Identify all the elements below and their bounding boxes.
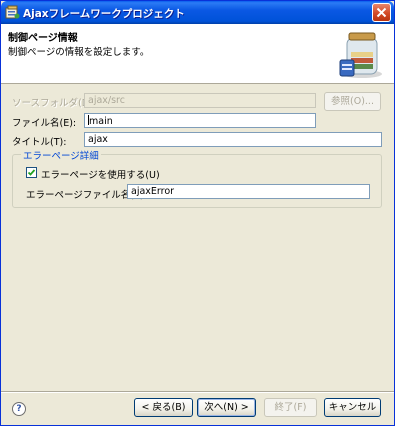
jar-wizard-icon (339, 32, 382, 78)
help-icon[interactable]: ? (12, 402, 26, 416)
window-title: Ajaxフレームワークプロジェクト (23, 8, 185, 20)
title-label: タイトル(T): (12, 137, 67, 148)
error-file-field[interactable]: ajaxError (127, 184, 370, 199)
title-field[interactable]: ajax (84, 132, 382, 147)
file-name-field[interactable]: main (84, 113, 316, 128)
close-button[interactable] (372, 3, 391, 22)
file-name-label: ファイル名(E): (12, 118, 77, 129)
wizard-icon (5, 5, 20, 19)
next-button[interactable]: 次へ(N) > (197, 398, 256, 417)
browse-button[interactable]: 参照(O)... (324, 92, 381, 111)
title-bar[interactable]: Ajaxフレームワークプロジェクト (1, 1, 394, 24)
file-name-value: main (89, 116, 113, 127)
footer-separator (1, 391, 394, 393)
wizard-banner: 制御ページ情報 制御ページの情報を設定します。 (1, 24, 394, 84)
cancel-button[interactable]: キャンセル (324, 398, 381, 417)
use-error-page-checkbox[interactable] (26, 167, 37, 178)
back-button[interactable]: < 戻る(B) (134, 398, 193, 417)
banner-title: 制御ページ情報 (8, 33, 78, 44)
use-error-page-label[interactable]: エラーページを使用する(U) (41, 167, 160, 181)
close-icon (376, 7, 387, 18)
wizard-window: Ajaxフレームワークプロジェクト 制御ページ情報 制御ページの情報を設定します… (0, 0, 395, 426)
finish-button[interactable]: 終了(F) (264, 398, 317, 417)
error-page-group-legend: エラーページ詳細 (21, 148, 101, 162)
checkmark-icon (27, 169, 36, 176)
banner-description: 制御ページの情報を設定します。 (8, 47, 150, 58)
source-folder-field[interactable]: ajax/src (84, 93, 316, 108)
